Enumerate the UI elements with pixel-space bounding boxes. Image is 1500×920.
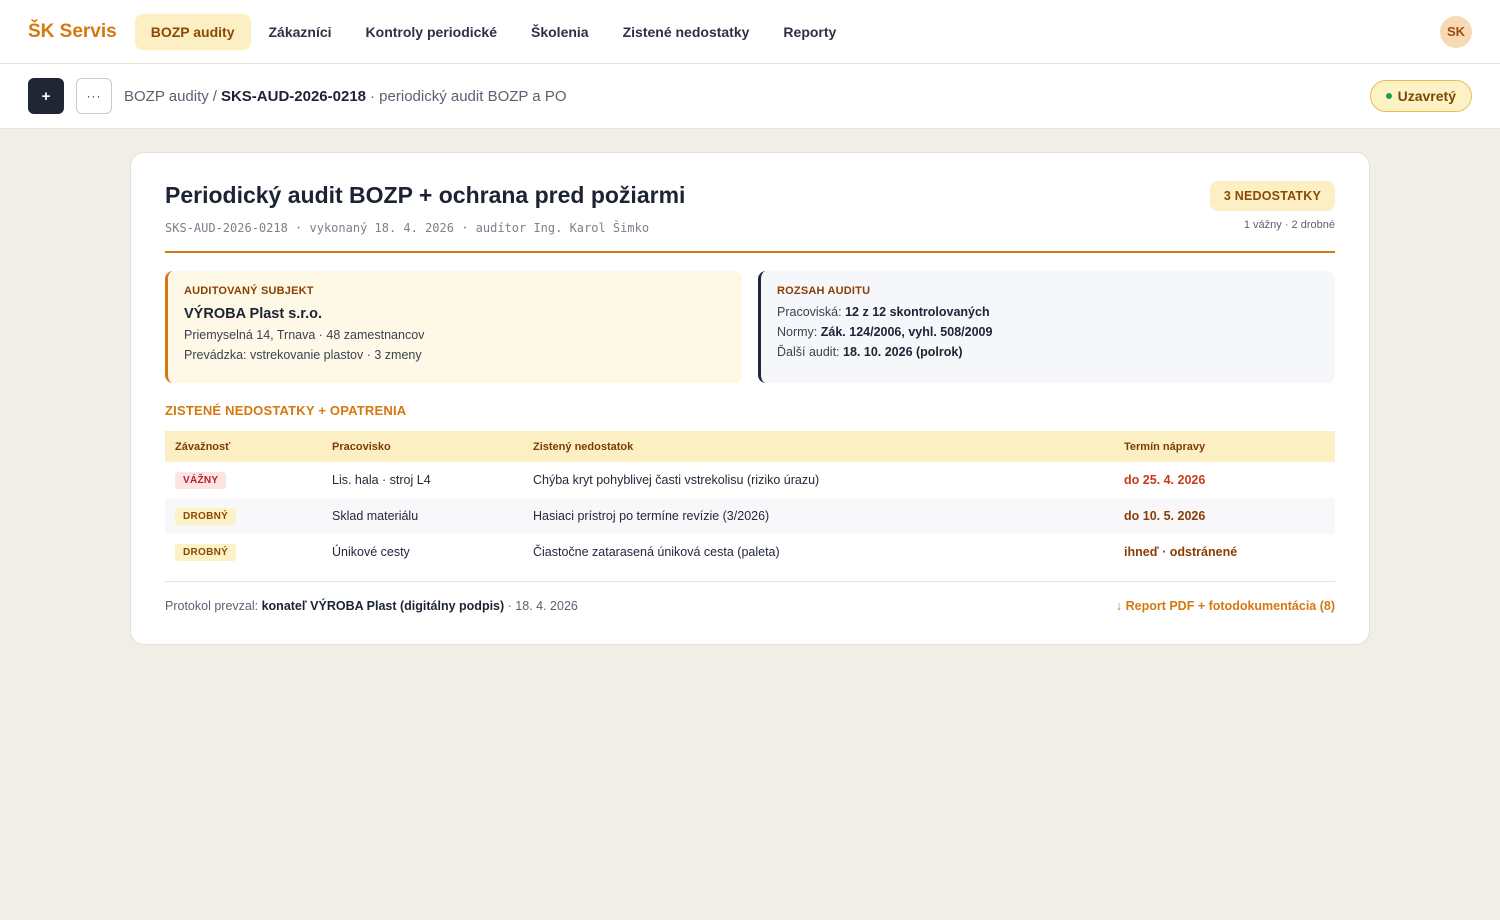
severity-badge: DROBNÝ: [175, 543, 237, 561]
finding-cell: Chýba kryt pohyblivej časti vstrekolisu …: [533, 473, 820, 487]
subject-operation: Prevádzka: vstrekovanie plastov · 3 zmen…: [184, 348, 422, 362]
table-header-row: Závažnosť Pracovisko Zistený nedostatok …: [165, 431, 1335, 462]
severity-badge: VÁŽNY: [175, 471, 227, 489]
due-date: do 25. 4. 2026: [1124, 473, 1206, 487]
received-date: · 18. 4. 2026: [507, 599, 578, 613]
scope-item-workplaces: Pracoviská: 12 z 12 skontrolovaných: [777, 305, 1319, 319]
download-report-link[interactable]: ↓ Report PDF + fotodokumentácia (8): [1116, 599, 1335, 613]
received-label: Protokol prevzal:: [165, 599, 259, 613]
audit-meta: SKS-AUD-2026-0218 · vykonaný 18. 4. 2026…: [165, 221, 650, 235]
nav-item-reporty[interactable]: Reporty: [767, 14, 852, 50]
findings-section-title: ZISTENÉ NEDOSTATKY + OPATRENIA: [165, 403, 407, 418]
more-options-button[interactable]: ···: [76, 78, 112, 114]
finding-cell: Hasiaci prístroj po termíne revízie (3/2…: [533, 509, 770, 523]
scope-value: 12 z 12 skontrolovaných: [845, 305, 990, 319]
column-header-workplace[interactable]: Pracovisko: [322, 431, 523, 462]
nav-item-zistene-nedostatky[interactable]: Zistené nedostatky: [607, 14, 766, 50]
workplace-cell: Únikové cesty: [332, 545, 410, 559]
nav-item-bozp-audity[interactable]: BOZP audity: [134, 13, 251, 50]
findings-count-breakdown: 1 vážny · 2 drobné: [1243, 219, 1335, 231]
table-row[interactable]: DROBNÝ Únikové cesty Čiastočne zatarasen…: [165, 534, 1335, 570]
scope-key: Normy:: [777, 325, 818, 339]
findings-count-badge: 3 NEDOSTATKY: [1209, 181, 1335, 211]
protocol-received: Protokol prevzal: konateľ VÝROBA Plast (…: [165, 599, 578, 613]
findings-table: Závažnosť Pracovisko Zistený nedostatok …: [165, 431, 1335, 570]
received-by: konateľ VÝROBA Plast (digitálny podpis): [261, 599, 505, 613]
status-dot-icon: [1385, 93, 1392, 99]
breadcrumb-root[interactable]: BOZP audity: [124, 88, 209, 105]
nav-item-zakaznici[interactable]: Zákazníci: [253, 14, 348, 50]
column-header-severity[interactable]: Závažnosť: [165, 431, 322, 462]
finding-cell: Čiastočne zatarasená úniková cesta (pale…: [533, 545, 780, 559]
status-badge[interactable]: Uzavretý: [1369, 80, 1472, 112]
scope-item-next-audit: Ďalší audit: 18. 10. 2026 (polrok): [777, 345, 1319, 359]
audit-footer: Protokol prevzal: konateľ VÝROBA Plast (…: [165, 581, 1335, 613]
subject-name: VÝROBA Plast s.r.o.: [184, 306, 323, 322]
subject-address: Priemyselná 14, Trnava · 48 zamestnancov: [184, 328, 425, 342]
audit-header: Periodický audit BOZP + ochrana pred pož…: [165, 181, 1335, 253]
add-button[interactable]: +: [28, 78, 64, 114]
brand-logo[interactable]: ŠK Servis: [28, 21, 117, 43]
audited-subject-panel: AUDITOVANÝ SUBJEKT VÝROBA Plast s.r.o. P…: [165, 271, 742, 383]
table-row[interactable]: DROBNÝ Sklad materiálu Hasiaci prístroj …: [165, 498, 1335, 534]
due-date: do 10. 5. 2026: [1124, 509, 1206, 523]
workplace-cell: Lis. hala · stroj L4: [332, 473, 431, 487]
scope-label: ROZSAH AUDITU: [777, 285, 871, 297]
table-row[interactable]: VÁŽNY Lis. hala · stroj L4 Chýba kryt po…: [165, 462, 1335, 498]
scope-key: Pracoviská:: [777, 305, 842, 319]
breadcrumb-description: · periodický audit BOZP a PO: [370, 87, 567, 105]
column-header-due[interactable]: Termín nápravy: [1114, 431, 1335, 462]
nav-item-kontroly-periodicke[interactable]: Kontroly periodické: [350, 14, 513, 50]
column-header-finding[interactable]: Zistený nedostatok: [523, 431, 1114, 462]
toolbar: + ··· BOZP audity / SKS-AUD-2026-0218 · …: [0, 64, 1500, 129]
due-date: ihneď · odstránené: [1124, 545, 1238, 559]
breadcrumb-separator: /: [212, 87, 217, 105]
user-avatar[interactable]: SK: [1440, 15, 1472, 48]
audit-scope-panel: ROZSAH AUDITU Pracoviská: 12 z 12 skontr…: [758, 271, 1335, 383]
audit-title: Periodický audit BOZP + ochrana pred pož…: [165, 182, 686, 208]
scope-value: 18. 10. 2026 (polrok): [843, 345, 963, 359]
scope-item-norms: Normy: Zák. 124/2006, vyhl. 508/2009: [777, 325, 1319, 339]
main-nav: BOZP audity Zákazníci Kontroly periodick…: [134, 13, 853, 50]
workplace-cell: Sklad materiálu: [332, 509, 419, 523]
status-label: Uzavretý: [1397, 88, 1456, 104]
breadcrumb-current-id: SKS-AUD-2026-0218: [220, 87, 367, 105]
top-nav-bar: ŠK Servis BOZP audity Zákazníci Kontroly…: [0, 0, 1500, 64]
info-row: AUDITOVANÝ SUBJEKT VÝROBA Plast s.r.o. P…: [165, 271, 1335, 383]
scope-value: Zák. 124/2006, vyhl. 508/2009: [820, 325, 993, 339]
subject-label: AUDITOVANÝ SUBJEKT: [184, 285, 314, 297]
scope-key: Ďalší audit:: [777, 345, 840, 359]
breadcrumb: BOZP audity / SKS-AUD-2026-0218 · period…: [124, 88, 567, 105]
nav-item-skolenia[interactable]: Školenia: [515, 14, 605, 50]
audit-detail-card: Periodický audit BOZP + ochrana pred pož…: [130, 152, 1370, 645]
severity-badge: DROBNÝ: [175, 507, 237, 525]
